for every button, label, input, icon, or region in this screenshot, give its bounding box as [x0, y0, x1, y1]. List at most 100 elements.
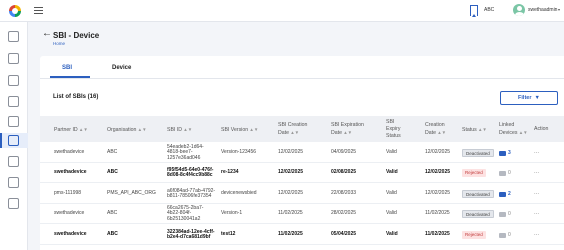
column-header: Action: [534, 125, 549, 132]
cell-created: 12/02/2025: [425, 149, 451, 156]
cell-created: 12/02/2025: [425, 190, 451, 197]
column-header[interactable]: SBI Expiration Date ▲▼: [331, 122, 364, 137]
logo-icon: [9, 5, 21, 17]
column-header[interactable]: SBI ID ▲▼: [167, 126, 192, 134]
page-title: SBI - Device: [53, 31, 100, 40]
device-icon: [499, 191, 506, 197]
breadcrumb-home[interactable]: Home: [53, 41, 65, 46]
cell-sbi-id: a6f084ad-77ab-4792- b811-78506fe37354: [167, 187, 216, 199]
cell-org: ABC: [107, 231, 118, 238]
partner-icon[interactable]: [8, 75, 19, 86]
table-row[interactable]: swethadevice ABC 54eadeb2-1d64- 4818-bee7- 1…: [40, 143, 564, 163]
certificate-icon[interactable]: [8, 116, 19, 127]
cell-expiry-status: Valid: [386, 190, 397, 197]
sort-icon[interactable]: ▲▼: [136, 127, 147, 132]
table-row[interactable]: pms-111998 PMS_API_ABC_ORG a6f084ad-77ab-4…: [40, 184, 564, 204]
sidebar: [0, 22, 28, 250]
avatar[interactable]: [513, 4, 525, 16]
cell-org: PMS_API_ABC_ORG: [107, 190, 156, 197]
tab-sbi[interactable]: SBI: [62, 65, 72, 71]
column-header[interactable]: Organisation ▲▼: [107, 126, 147, 134]
document-icon[interactable]: [8, 53, 19, 64]
cell-version: Version-123456: [221, 149, 257, 156]
status-badge: Deactivated: [462, 210, 494, 218]
list-title: List of SBIs (16): [53, 94, 99, 100]
more-options-icon[interactable]: ···: [534, 170, 539, 176]
cell-expiry-status: Valid: [386, 210, 397, 217]
cell-sbi-expires: 28/02/2025: [331, 210, 357, 217]
cell-expiry-status: Valid: [386, 149, 397, 156]
cell-sbi-created: 12/02/2025: [278, 169, 304, 176]
cell-sbi-created: 12/02/2025: [278, 149, 304, 156]
policy-icon[interactable]: [8, 96, 19, 107]
column-header[interactable]: Status ▲▼: [462, 126, 487, 134]
column-header[interactable]: SBI Creation Date ▲▼: [278, 122, 307, 137]
cell-sbi-created: 11/02/2025: [278, 231, 303, 238]
cell-sbi-id: 54eadeb2-1d64- 4818-bee7- 1257e36ad046: [167, 143, 204, 161]
linked-devices[interactable]: 0: [499, 170, 511, 176]
cell-partner-id: swethadevice: [54, 169, 87, 176]
cell-sbi-id: f95f54d5-64e0-476f- 8d08-8c4f4cc9b88c: [167, 166, 214, 178]
back-arrow-icon[interactable]: ←: [42, 29, 52, 39]
cell-created: 11/02/2025: [425, 231, 450, 238]
sbi-device-icon[interactable]: [8, 135, 19, 146]
sort-icon[interactable]: ▲▼: [517, 130, 528, 135]
sbi-list-card: SBI Device List of SBIs (16) Filter ▼ Pa…: [40, 56, 564, 250]
cell-partner-id: pms-111998: [54, 190, 82, 197]
linked-devices[interactable]: 3: [499, 150, 511, 156]
sort-icon[interactable]: ▲▼: [248, 127, 258, 132]
report-icon[interactable]: [8, 177, 19, 188]
more-options-icon[interactable]: ···: [534, 232, 539, 238]
sort-icon[interactable]: ▲▼: [342, 130, 352, 135]
sort-icon[interactable]: ▲▼: [182, 127, 192, 132]
home-icon[interactable]: [8, 31, 19, 42]
column-header[interactable]: Creation Date ▲▼: [425, 122, 446, 137]
column-header[interactable]: Partner ID ▲▼: [54, 126, 88, 134]
cell-sbi-expires: 05/04/2025: [331, 231, 357, 238]
table-row[interactable]: swethadevice ABC 66ca2675-2ba7- 4b22-804f- 6…: [40, 204, 564, 224]
cell-sbi-id: 322384ad-12ee-4cff-b2e4-d7ca681d9bf: [167, 228, 215, 240]
table-row[interactable]: swethadevice ABC f95f54d5-64e0-476f- 8d08-8…: [40, 163, 564, 183]
more-options-icon[interactable]: ···: [534, 191, 539, 197]
column-header[interactable]: Linked Devices ▲▼: [499, 122, 528, 137]
cell-partner-id: swethadevice: [54, 210, 85, 217]
more-options-icon[interactable]: ···: [534, 150, 539, 156]
column-header: SBI Expiry Status: [386, 118, 401, 139]
security-icon[interactable]: [8, 198, 19, 209]
linked-devices[interactable]: 0: [499, 232, 511, 238]
cell-expiry-status: Valid: [386, 231, 398, 238]
sort-icon[interactable]: ▲▼: [78, 127, 88, 132]
sort-icon[interactable]: ▲▼: [436, 130, 446, 135]
filter-caret-icon: ▼: [534, 95, 540, 101]
table-header: Partner ID ▲▼ Organisation ▲▼ SBI ID ▲▼ SBI…: [40, 116, 564, 142]
column-header[interactable]: SBI Version ▲▼: [221, 126, 258, 134]
filter-button[interactable]: Filter ▼: [500, 91, 558, 105]
cell-sbi-expires: 22/08/2033: [331, 190, 357, 197]
device-icon: [499, 170, 506, 176]
bookmark-icon[interactable]: [470, 5, 478, 17]
cell-sbi-id: 66ca2675-2ba7- 4b22-804f- 6b25130041a2: [167, 204, 204, 222]
top-bar: ABC swethaadmin ▾: [0, 0, 564, 22]
more-options-icon[interactable]: ···: [534, 211, 539, 217]
cell-partner-id: swethadevice: [54, 149, 85, 156]
cell-partner-id: swethadevice: [54, 231, 87, 238]
sort-icon[interactable]: ▲▼: [477, 127, 487, 132]
cell-version: test12: [221, 231, 236, 238]
table-row[interactable]: swethadevice ABC 322384ad-12ee-4cff-b2e4-d…: [40, 225, 564, 245]
cell-version: devicenewsbied: [221, 190, 257, 197]
chevron-down-icon[interactable]: ▾: [558, 7, 560, 12]
username[interactable]: swethaadmin: [528, 7, 557, 13]
linked-devices[interactable]: 2: [499, 191, 511, 197]
cell-org: ABC: [107, 149, 118, 156]
cell-org: ABC: [107, 210, 118, 217]
sort-icon[interactable]: ▲▼: [289, 130, 299, 135]
menu-icon[interactable]: [34, 7, 43, 14]
cell-sbi-created: 12/02/2025: [278, 190, 304, 197]
tab-divider: [40, 78, 564, 79]
tab-device[interactable]: Device: [112, 65, 131, 71]
status-badge: Rejected: [462, 231, 486, 239]
cell-created: 11/02/2025: [425, 210, 450, 217]
ftm-icon[interactable]: [8, 156, 19, 167]
linked-devices[interactable]: 0: [499, 211, 511, 217]
cell-sbi-created: 11/02/2025: [278, 210, 303, 217]
